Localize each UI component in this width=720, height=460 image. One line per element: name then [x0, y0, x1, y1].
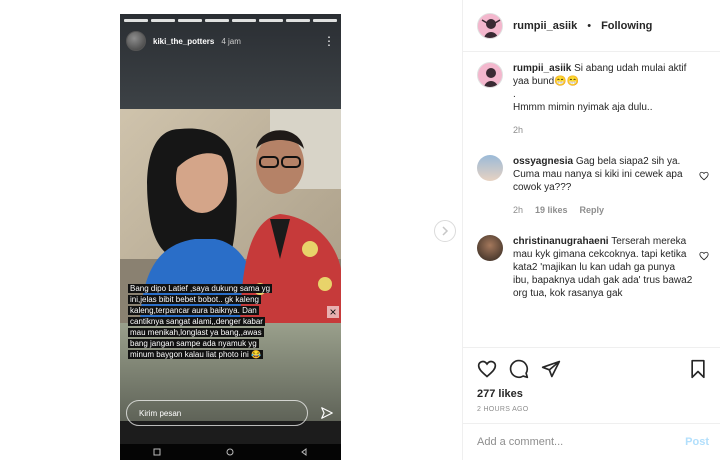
close-icon: ×: [327, 306, 339, 318]
avatar[interactable]: [477, 235, 503, 261]
comment-username[interactable]: ossyagnesia: [513, 156, 573, 167]
avatar[interactable]: [477, 155, 503, 181]
heart-icon[interactable]: [699, 251, 709, 261]
list-item: ossyagnesia Gag bela siapa2 sih ya. Cuma…: [477, 155, 713, 217]
post-sidebar: rumpii_asiik • Following rumpii_asiik Si…: [462, 0, 720, 460]
android-nav-bar: [120, 444, 341, 460]
send-icon: [321, 407, 333, 419]
story-time: 4 jam: [221, 36, 241, 46]
post-header: rumpii_asiik • Following: [463, 0, 720, 52]
avatar[interactable]: [477, 12, 503, 39]
comment-time: 2h: [513, 205, 524, 215]
avatar-illustration: [484, 68, 498, 87]
comment-time: 2h: [513, 125, 524, 135]
bookmark-icon[interactable]: [689, 359, 707, 379]
following-button[interactable]: Following: [601, 20, 652, 32]
comment-username[interactable]: christinanugrahaeni: [513, 236, 609, 247]
story-username: kiki_the_potters: [153, 36, 215, 46]
list-item: rumpii_asiik Si abang udah mulai aktif y…: [477, 62, 713, 137]
post-button[interactable]: Post: [685, 436, 709, 448]
story-caption-text: Bang dipo Latief ,saya dukung sama yg in…: [128, 284, 273, 359]
share-icon[interactable]: [541, 359, 561, 379]
avatar[interactable]: [477, 62, 503, 88]
post-actions: 277 likes 2 HOURS AGO: [463, 347, 720, 413]
comment-text: .: [513, 89, 516, 100]
list-item: christinanugrahaeni Terserah mereka mau …: [477, 235, 713, 300]
post-timestamp: 2 HOURS AGO: [477, 406, 529, 413]
comment-meta: 2h 19 likes Reply: [513, 204, 693, 217]
reply-placeholder: Kirim pesan: [139, 409, 182, 418]
comment-list: rumpii_asiik Si abang udah mulai aktif y…: [477, 62, 713, 346]
story-screenshot: kiki_the_potters 4 jam ⋮ Bang dipo Latie…: [120, 14, 341, 460]
add-comment-bar: Post: [463, 423, 720, 460]
recents-icon: [153, 448, 161, 456]
back-icon: [301, 448, 307, 456]
heart-icon[interactable]: [699, 171, 709, 181]
comment-text: Hmmm mimin nyimak aja dulu..: [513, 102, 653, 113]
comment-input[interactable]: [477, 436, 686, 448]
story-avatar: [126, 31, 146, 51]
comment-likes[interactable]: 19 likes: [535, 204, 568, 217]
reply-button[interactable]: Reply: [580, 204, 605, 217]
comment-text: Gag bela siapa2 sih ya.: [575, 156, 681, 167]
next-post-button[interactable]: [434, 220, 456, 242]
post-author[interactable]: rumpii_asiik: [513, 20, 577, 32]
comment-meta: 2h: [513, 124, 693, 137]
more-options-icon: ⋮: [323, 34, 335, 48]
home-icon: [226, 448, 234, 456]
comment-icon[interactable]: [509, 359, 529, 379]
chevron-right-icon: [442, 226, 449, 236]
action-bar: [477, 358, 707, 380]
heart-icon[interactable]: [477, 359, 497, 379]
story-header: kiki_the_potters 4 jam ⋮: [126, 28, 335, 54]
post-media: kiki_the_potters 4 jam ⋮ Bang dipo Latie…: [0, 0, 462, 460]
separator-dot: •: [587, 19, 592, 32]
story-progress-bars: [124, 19, 337, 22]
avatar-illustration: [478, 13, 502, 38]
story-reply-input: Kirim pesan: [126, 400, 308, 426]
story-caption: Bang dipo Latief ,saya dukung sama yg in…: [128, 283, 278, 360]
comment-username[interactable]: rumpii_asiik: [513, 63, 571, 74]
likes-count[interactable]: 277 likes: [477, 388, 707, 400]
comment-text: Cuma mau nanya si kiki ini cewek apa cow…: [513, 169, 683, 193]
